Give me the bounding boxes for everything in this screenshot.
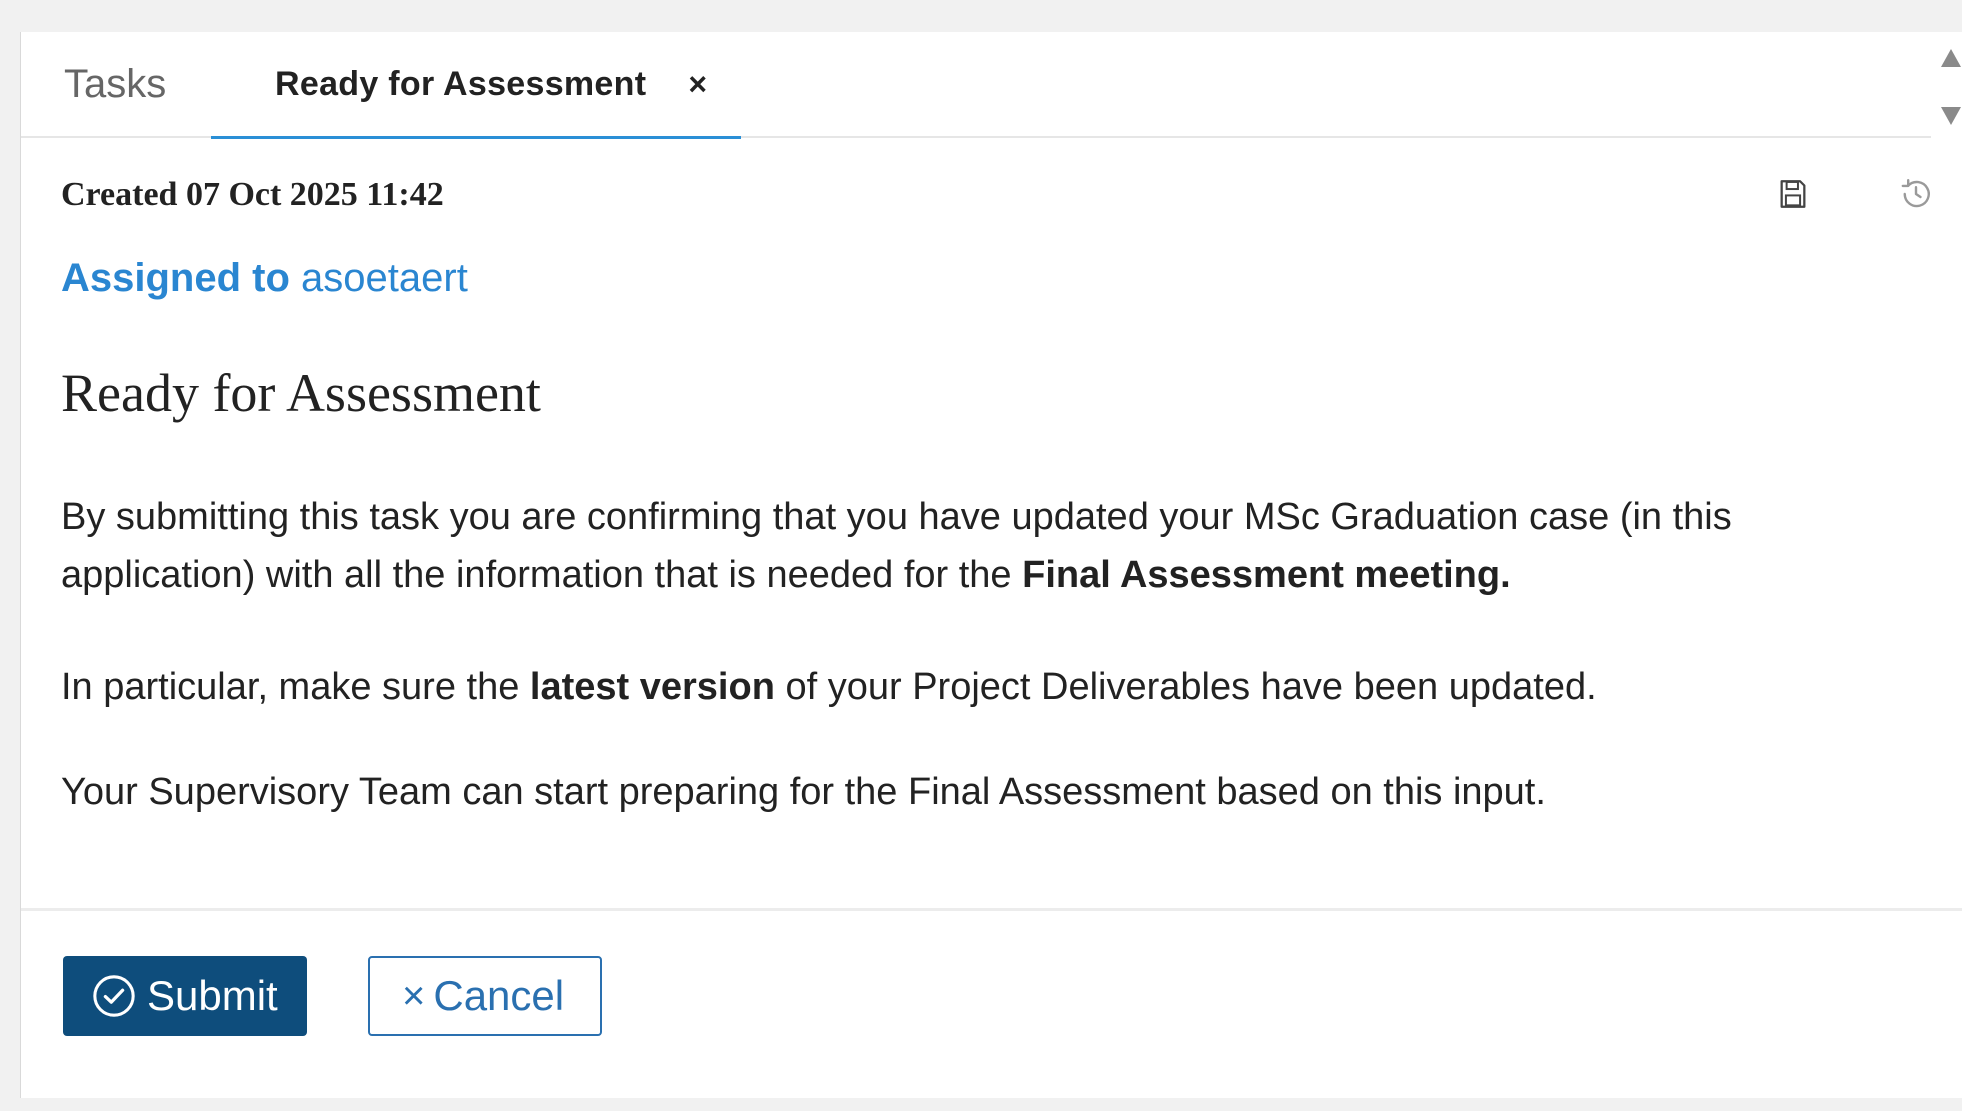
scroll-up-icon[interactable] [1939, 46, 1962, 70]
instruction-paragraph-1: By submitting this task you are confirmi… [61, 488, 1921, 604]
tab-close-icon[interactable]: × [688, 66, 707, 103]
assigned-label: Assigned to [61, 256, 290, 300]
instruction-paragraph-3: Your Supervisory Team can start preparin… [61, 771, 1546, 813]
instruction-paragraph-2: In particular, make sure the latest vers… [61, 658, 1921, 716]
cancel-label: Cancel [433, 972, 565, 1019]
tab-tasks[interactable]: Tasks [64, 32, 166, 136]
tab-tasks-label: Tasks [64, 61, 167, 106]
scroll-down-icon[interactable] [1939, 104, 1962, 128]
check-circle-icon [91, 973, 137, 1019]
submit-button[interactable]: Submit [63, 956, 307, 1036]
p2-bold: latest version [529, 666, 775, 708]
tab-active-label: Ready for Assessment [275, 64, 647, 103]
history-icon [1901, 178, 1930, 208]
assigned-to: Assigned to asoetaert [61, 256, 468, 301]
p2-text-end: of your Project Deliverables have been u… [774, 666, 1597, 708]
task-panel: Tasks Ready for Assessment × Created 07 … [20, 32, 1962, 1098]
task-title: Ready for Assessment [61, 363, 541, 423]
save-icon [1780, 180, 1806, 208]
history-button[interactable] [1894, 172, 1938, 216]
tab-bar: Tasks Ready for Assessment × [21, 32, 1931, 139]
footer-divider [21, 908, 1962, 911]
save-button[interactable] [1771, 172, 1815, 216]
assigned-user-link[interactable]: asoetaert [301, 256, 468, 300]
p2-text-start: In particular, make sure the [61, 666, 530, 708]
close-icon: × [402, 973, 426, 1018]
submit-label: Submit [147, 972, 278, 1019]
created-timestamp: Created 07 Oct 2025 11:42 [61, 176, 444, 213]
p1-bold: Final Assessment meeting. [1022, 554, 1511, 596]
cancel-button[interactable]: × Cancel [368, 956, 602, 1036]
tab-ready-for-assessment[interactable]: Ready for Assessment × [211, 32, 741, 139]
